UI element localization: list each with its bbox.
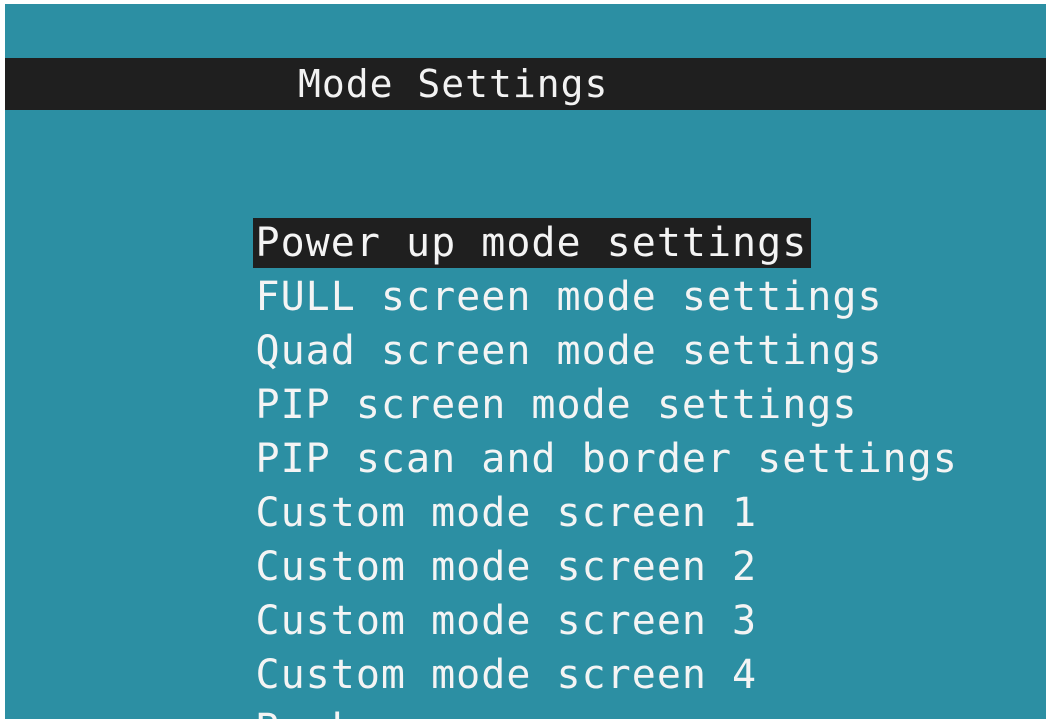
mode-settings-menu: Power up mode settings FULL screen mode … — [102, 162, 962, 719]
menu-item-label: PIP screen mode settings — [255, 382, 858, 428]
menu-item-label: Custom mode screen 2 — [255, 544, 758, 590]
menu-item-label: Back — [253, 704, 360, 719]
menu-item-label: Power up mode settings — [252, 218, 812, 268]
menu-item-label: Custom mode screen 4 — [255, 652, 758, 698]
osd-screen: Mode Settings Power up mode settings FUL… — [5, 4, 1046, 719]
page-title: Mode Settings — [298, 62, 609, 106]
menu-item-label: Quad screen mode settings — [255, 328, 883, 374]
menu-item-label: Custom mode screen 1 — [255, 490, 758, 536]
menu-item-label: FULL screen mode settings — [255, 274, 883, 320]
menu-item-label: Custom mode screen 3 — [255, 598, 758, 644]
menu-item-label: PIP scan and border settings — [255, 436, 958, 482]
title-bar: Mode Settings — [5, 58, 1046, 110]
menu-item-power-up-mode-settings[interactable]: Power up mode settings — [102, 162, 962, 268]
